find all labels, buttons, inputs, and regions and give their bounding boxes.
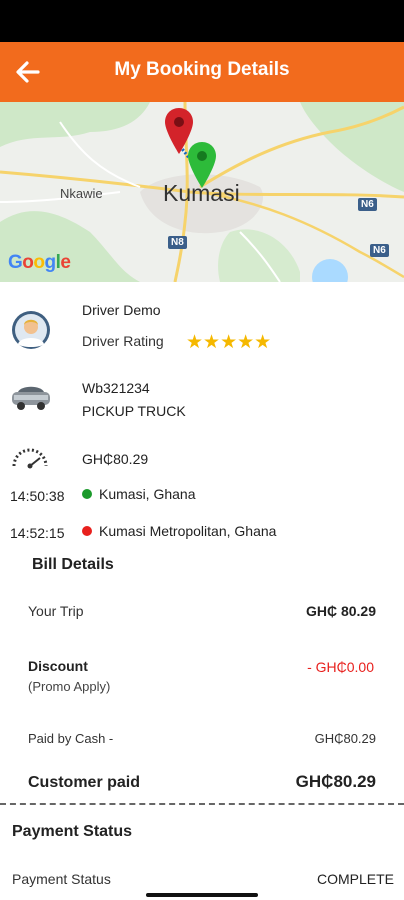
- pickup-location: Kumasi, Ghana: [99, 486, 196, 502]
- payment-status-title: Payment Status: [12, 823, 133, 840]
- route-shield: N6: [370, 244, 389, 257]
- page-title: My Booking Details: [114, 59, 290, 80]
- vehicle-type: PICKUP TRUCK: [82, 403, 186, 419]
- vehicle-plate: Wb321234: [82, 380, 150, 396]
- map-city-label: Kumasi: [163, 180, 240, 206]
- bill-details-title: Bill Details: [32, 556, 114, 573]
- app-header: My Booking Details: [0, 42, 404, 102]
- driver-rating-label: Driver Rating: [82, 333, 164, 349]
- section-divider: [0, 803, 404, 805]
- discount-sub-label: (Promo Apply): [28, 679, 111, 694]
- payment-status-value: COMPLETE: [316, 871, 394, 887]
- discount-value: - GH₵0.00: [307, 659, 374, 675]
- google-logo: Google: [8, 252, 71, 273]
- route-map[interactable]: Nkawie Kumasi N6 N8 N6 Google: [0, 102, 404, 282]
- your-trip-value: GH₵ 80.29: [305, 603, 376, 619]
- customer-paid-value: GH₵80.29: [295, 772, 376, 791]
- paid-by-value: GH₵80.29: [314, 731, 376, 746]
- discount-label: Discount: [28, 658, 88, 674]
- status-bar: [0, 0, 404, 42]
- your-trip-label: Your Trip: [28, 603, 84, 619]
- drop-location: Kumasi Metropolitan, Ghana: [99, 523, 277, 539]
- drop-dot-icon: [82, 526, 92, 536]
- home-indicator[interactable]: [146, 893, 258, 897]
- driver-rating-stars: ★★★★★: [186, 332, 272, 353]
- drop-time: 14:52:15: [10, 525, 65, 541]
- trip-fare: GH₵80.29: [82, 451, 149, 467]
- route-shield: N8: [168, 236, 187, 249]
- driver-avatar-icon: [12, 311, 50, 349]
- pickup-dot-icon: [82, 489, 92, 499]
- driver-name: Driver Demo: [82, 302, 161, 318]
- speedometer-icon: [12, 448, 48, 469]
- payment-status-label: Payment Status: [12, 871, 111, 887]
- pickup-time: 14:50:38: [10, 488, 65, 504]
- customer-paid-label: Customer paid: [28, 774, 141, 791]
- paid-by-label: Paid by Cash -: [28, 731, 114, 746]
- route-shield: N6: [358, 198, 377, 211]
- map-place-label: Nkawie: [60, 186, 103, 201]
- car-icon: [12, 386, 50, 410]
